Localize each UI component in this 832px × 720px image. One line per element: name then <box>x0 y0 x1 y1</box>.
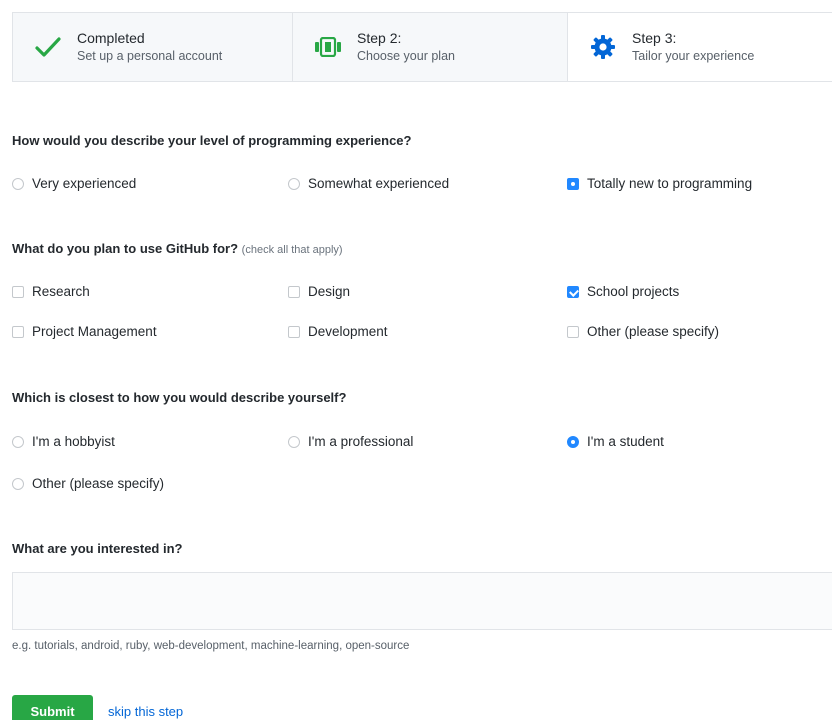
checkbox-project-management[interactable]: Project Management <box>12 324 157 339</box>
radio-button-selected[interactable] <box>567 435 579 448</box>
radio-button[interactable] <box>12 177 24 190</box>
submit-button[interactable]: Submit <box>12 695 93 720</box>
checkbox[interactable] <box>12 325 24 338</box>
checkbox-other[interactable]: Other (please specify) <box>567 324 719 339</box>
question-interests: What are you interested in? <box>12 541 183 556</box>
skip-step-link[interactable]: skip this step <box>108 704 183 719</box>
step-3-subtitle: Tailor your experience <box>632 49 755 63</box>
checkbox-research[interactable]: Research <box>12 284 90 299</box>
signup-steps: Completed Set up a personal account Step… <box>12 12 832 82</box>
radio-button-selected[interactable] <box>567 177 579 190</box>
checkbox[interactable] <box>12 285 24 298</box>
step-1-title: Completed <box>77 30 145 46</box>
step-3-title: Step 3: <box>632 30 677 46</box>
interests-input[interactable] <box>12 572 832 630</box>
check-icon <box>33 32 63 62</box>
step-2-title: Step 2: <box>357 30 402 46</box>
checkbox-school-projects[interactable]: School projects <box>567 284 679 299</box>
step-choose-plan: Step 2: Choose your plan <box>293 13 568 81</box>
checkbox[interactable] <box>567 325 579 338</box>
radio-button[interactable] <box>288 435 300 448</box>
interests-hint: e.g. tutorials, android, ruby, web-devel… <box>12 640 410 652</box>
radio-hobbyist[interactable]: I'm a hobbyist <box>12 434 115 449</box>
radio-somewhat-experienced[interactable]: Somewhat experienced <box>288 176 449 191</box>
radio-professional[interactable]: I'm a professional <box>288 434 413 449</box>
radio-totally-new[interactable]: Totally new to programming <box>567 176 752 191</box>
checkbox[interactable] <box>288 325 300 338</box>
question-experience: How would you describe your level of pro… <box>12 133 412 148</box>
checkbox-checked[interactable] <box>567 285 579 298</box>
question-usage-label: What do you plan to use GitHub for? <box>12 241 239 256</box>
question-usage-note: (check all that apply) <box>241 244 343 256</box>
radio-student[interactable]: I'm a student <box>567 434 664 449</box>
step-completed: Completed Set up a personal account <box>13 13 293 81</box>
question-describe-yourself: Which is closest to how you would descri… <box>12 390 347 405</box>
step-tailor-experience: Step 3: Tailor your experience <box>568 13 832 81</box>
radio-button[interactable] <box>288 177 300 190</box>
checkbox-development[interactable]: Development <box>288 324 388 339</box>
step-1-subtitle: Set up a personal account <box>77 49 223 63</box>
plan-card-icon <box>313 32 343 62</box>
radio-very-experienced[interactable]: Very experienced <box>12 176 136 191</box>
step-2-subtitle: Choose your plan <box>357 49 455 63</box>
radio-button[interactable] <box>12 435 24 448</box>
question-usage: What do you plan to use GitHub for? (che… <box>12 241 343 256</box>
radio-button[interactable] <box>12 477 24 490</box>
checkbox-design[interactable]: Design <box>288 284 350 299</box>
gear-icon <box>588 32 618 62</box>
checkbox[interactable] <box>288 285 300 298</box>
radio-other[interactable]: Other (please specify) <box>12 476 164 491</box>
